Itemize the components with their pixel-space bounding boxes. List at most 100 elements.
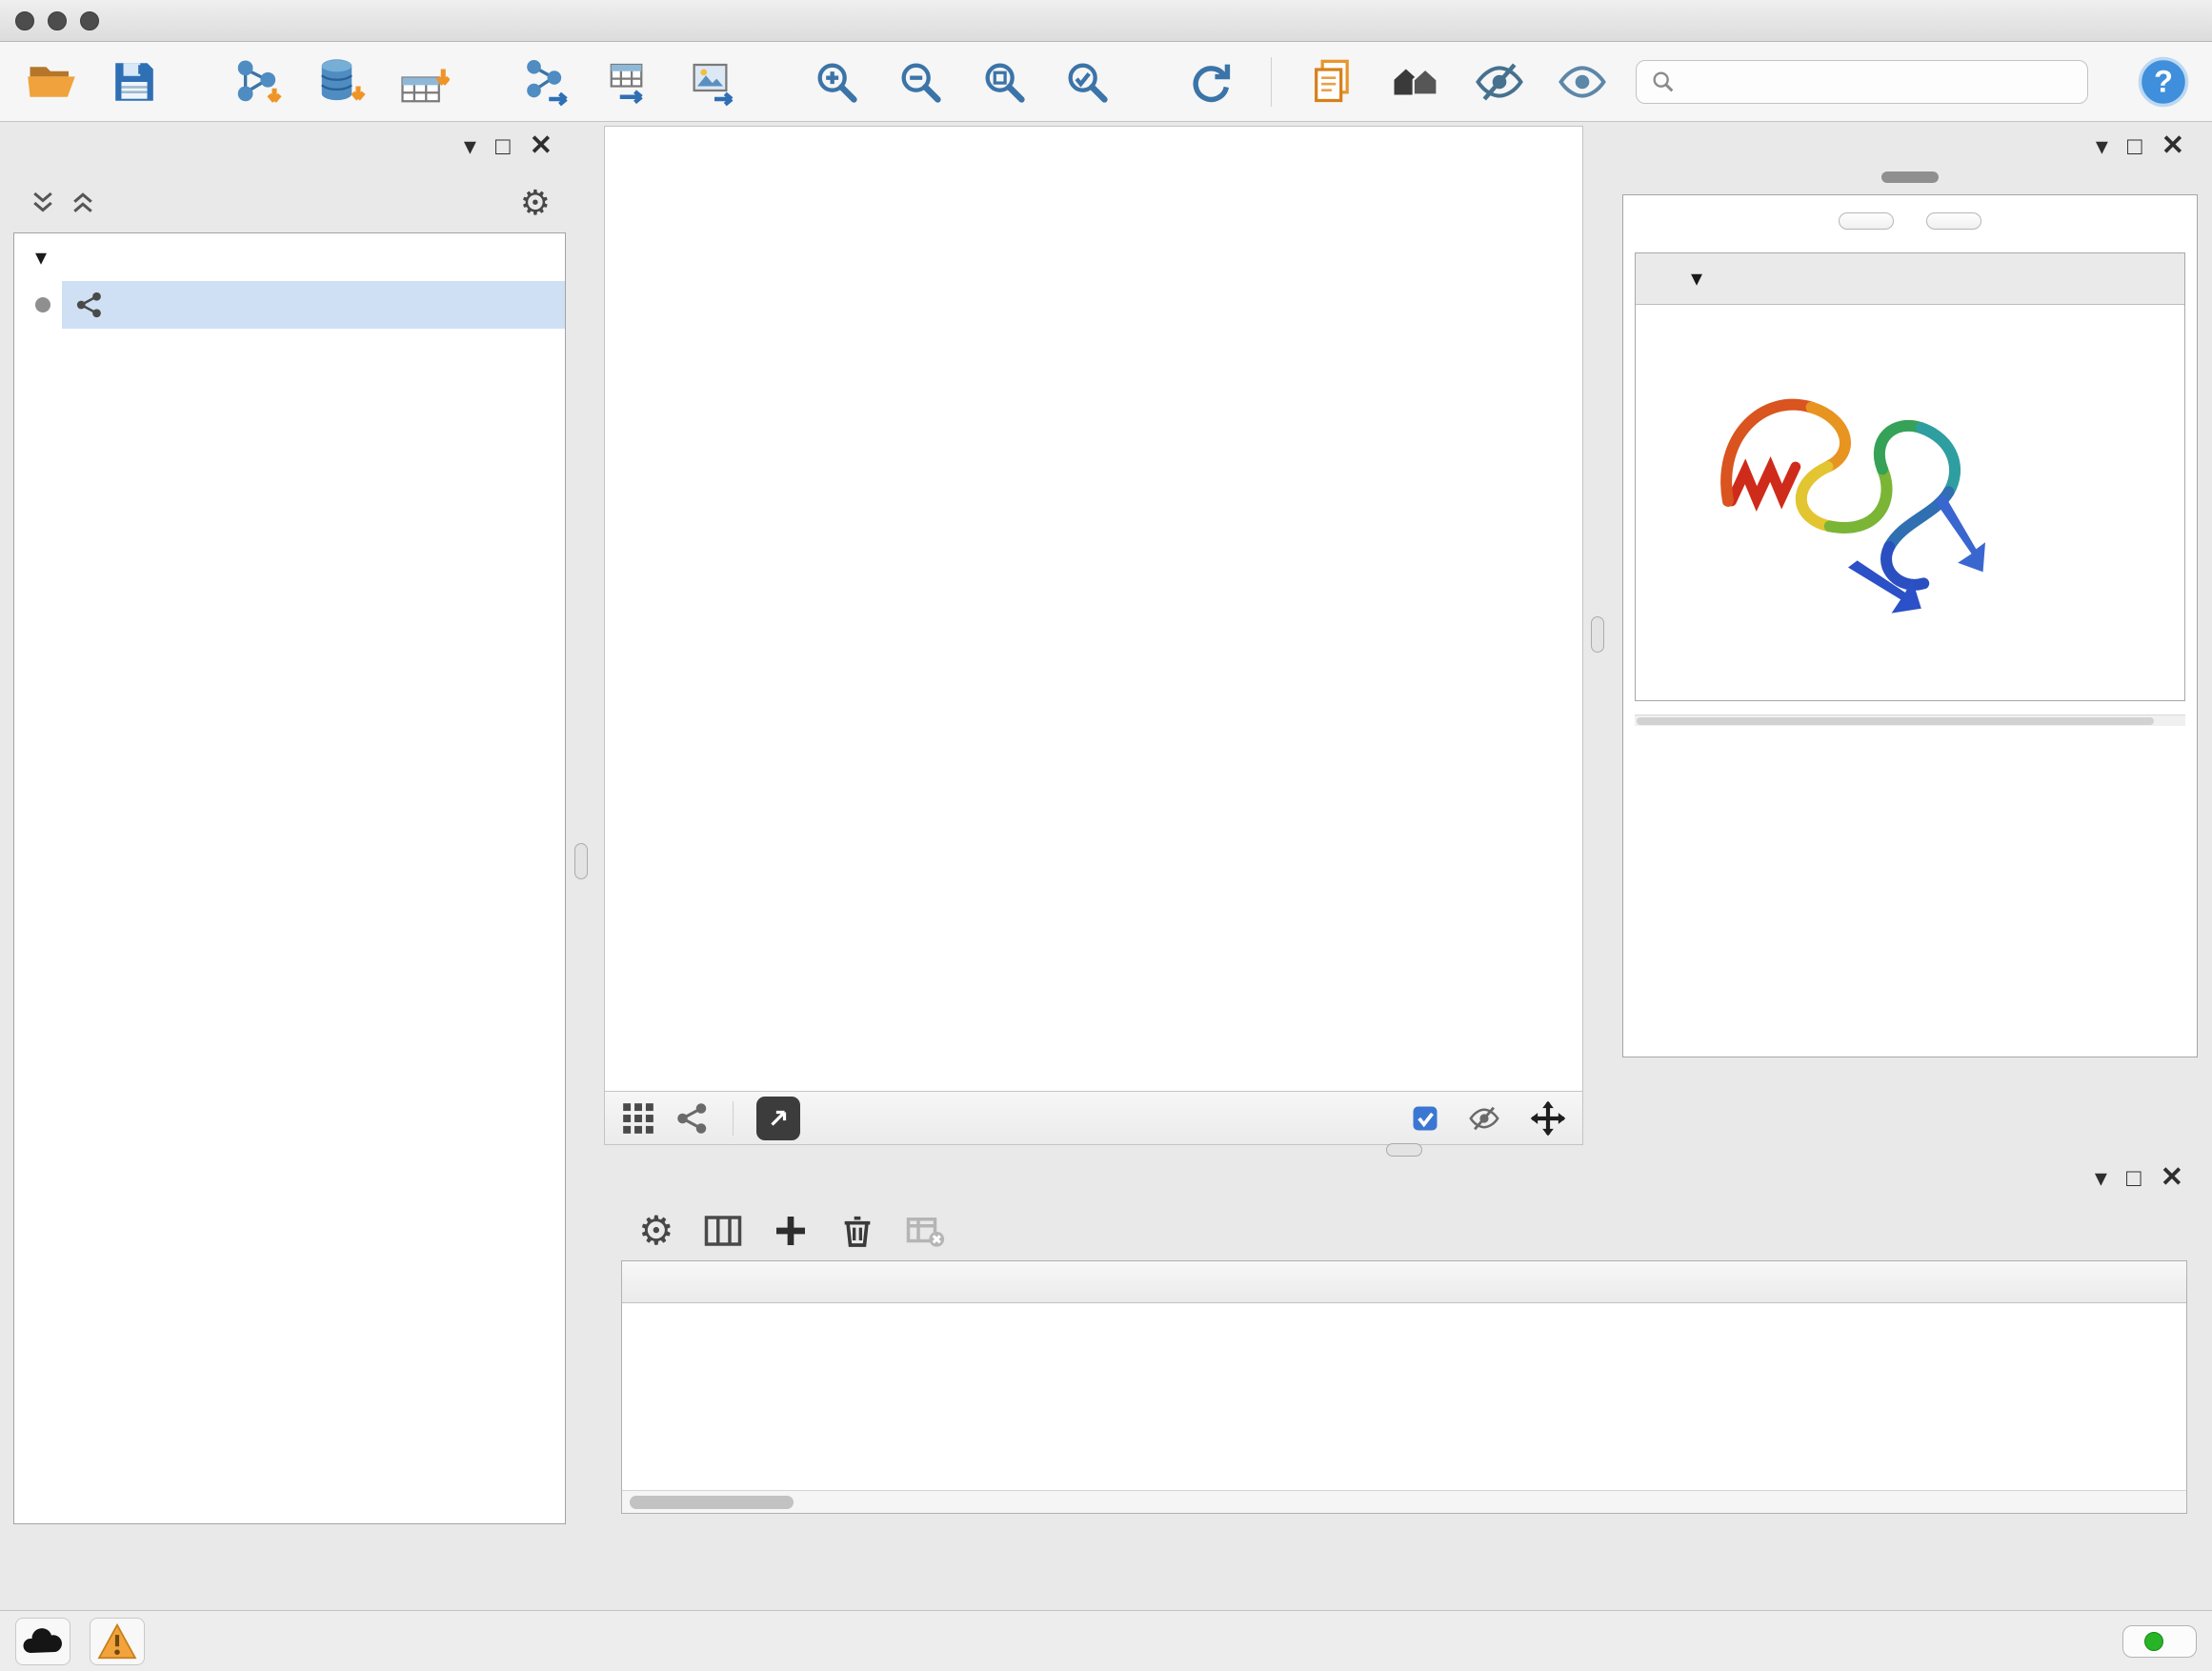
- section-collapse-triangle-icon[interactable]: ▾: [1691, 265, 1702, 292]
- help-button[interactable]: ?: [2136, 53, 2191, 111]
- memory-button[interactable]: [2122, 1625, 2197, 1658]
- import-network-file-button[interactable]: [228, 50, 289, 113]
- left-panel-divider-handle[interactable]: [574, 843, 588, 879]
- zoom-fit-icon: [979, 57, 1029, 107]
- network-options-gear-icon[interactable]: ⚙: [520, 186, 551, 220]
- panel-close-icon[interactable]: ✕: [2162, 132, 2184, 160]
- close-window-button[interactable]: [15, 11, 34, 30]
- node-table: [621, 1260, 2187, 1514]
- collapse-triangle-icon[interactable]: ▾: [35, 244, 47, 272]
- panel-menu-chevron-icon[interactable]: ▾: [2096, 133, 2108, 158]
- import-table-button[interactable]: [394, 50, 455, 113]
- grid-view-icon[interactable]: [620, 1100, 656, 1137]
- results-panel: ▾ □ ✕ ▾: [1622, 126, 2198, 1124]
- open-session-button[interactable]: [21, 50, 82, 113]
- main-toolbar: ?: [0, 42, 2212, 122]
- network-share-icon[interactable]: [675, 1101, 710, 1136]
- expand-all-button[interactable]: [1839, 212, 1894, 230]
- table-arrow-icon: [605, 56, 656, 108]
- memory-status-dot: [2144, 1632, 2163, 1651]
- selected-nodes-indicator: [1411, 1104, 1449, 1133]
- string-results-content: ▾: [1622, 194, 2198, 1057]
- birdseye-view-button[interactable]: [756, 1097, 800, 1140]
- documents-icon: [1308, 57, 1357, 107]
- collapse-all-chevrons-icon[interactable]: [69, 189, 97, 217]
- table-horizontal-scrollbar[interactable]: [622, 1490, 2186, 1513]
- network-from-selection-button[interactable]: [517, 50, 578, 113]
- current-network-bullet-icon: [35, 297, 50, 312]
- arrow-up-right-icon: [766, 1106, 791, 1131]
- search-icon: [1650, 69, 1677, 95]
- eye-icon: [1557, 56, 1608, 108]
- selected-checkbox-icon[interactable]: [1411, 1104, 1439, 1133]
- panel-float-icon[interactable]: □: [2127, 133, 2142, 158]
- collapse-all-button[interactable]: [1926, 212, 1981, 230]
- delete-column-trash-icon[interactable]: [838, 1212, 876, 1250]
- export-image-button[interactable]: [684, 50, 745, 113]
- help-icon: ?: [2137, 55, 2190, 109]
- welcome-screen-button[interactable]: [1385, 50, 1446, 113]
- panel-menu-chevron-icon[interactable]: ▾: [464, 133, 476, 158]
- panel-close-icon[interactable]: ✕: [530, 132, 553, 160]
- titlebar: [0, 0, 2212, 42]
- table-panel: ▾ □ ✕ ⚙: [617, 1158, 2197, 1598]
- expand-all-chevrons-icon[interactable]: [29, 189, 57, 217]
- minimize-window-button[interactable]: [48, 11, 67, 30]
- cloud-status-button[interactable]: [15, 1618, 70, 1665]
- hidden-eye-slash-icon[interactable]: [1468, 1102, 1500, 1135]
- svg-text:?: ?: [2154, 63, 2173, 98]
- search-box[interactable]: [1636, 60, 2088, 104]
- clone-network-button[interactable]: [600, 50, 661, 113]
- panel-float-icon[interactable]: □: [2126, 1165, 2142, 1190]
- table-toolbar: ⚙: [617, 1198, 2197, 1260]
- add-column-plus-icon[interactable]: [772, 1212, 810, 1250]
- warnings-button[interactable]: [90, 1618, 145, 1665]
- zoom-fit-button[interactable]: [974, 50, 1035, 113]
- refresh-layout-icon: [1185, 57, 1235, 107]
- delete-table-icon-disabled: [905, 1211, 945, 1251]
- gene-section-header[interactable]: ▾: [1636, 253, 2184, 305]
- table-panel-header: ▾ □ ✕: [617, 1158, 2197, 1198]
- hidden-elements-indicator: [1468, 1102, 1510, 1135]
- warning-triangle-icon: [97, 1623, 137, 1660]
- hide-graphics-details-button[interactable]: [1469, 50, 1530, 113]
- results-panel-header: ▾ □ ✕: [1622, 126, 2198, 166]
- pan-crosshair-icon[interactable]: [1529, 1099, 1567, 1137]
- scrollbar-thumb[interactable]: [630, 1496, 794, 1509]
- eye-slash-icon: [1474, 56, 1525, 108]
- apply-layout-button[interactable]: [1179, 50, 1240, 113]
- zoom-selected-icon: [1062, 57, 1112, 107]
- table-options-gear-icon[interactable]: ⚙: [638, 1211, 674, 1251]
- panel-float-icon[interactable]: □: [495, 133, 511, 158]
- network-tree-item-selected[interactable]: [14, 281, 565, 329]
- right-panel-divider-handle[interactable]: [1591, 616, 1604, 653]
- control-panel: ▾ □ ✕ ⚙ ▾: [13, 126, 566, 1581]
- bottom-panel-divider-handle[interactable]: [1386, 1143, 1422, 1157]
- zoom-in-icon: [812, 57, 861, 107]
- import-network-icon: [231, 56, 283, 108]
- cloud-icon: [20, 1626, 66, 1657]
- zoom-selected-button[interactable]: [1056, 50, 1117, 113]
- gene-section: ▾: [1635, 252, 2185, 701]
- show-columns-icon[interactable]: [703, 1211, 743, 1251]
- panel-menu-chevron-icon[interactable]: ▾: [2095, 1165, 2107, 1190]
- protein-structure-image: [1662, 330, 2184, 677]
- string-results-tab[interactable]: [1881, 171, 1939, 183]
- zoom-out-button[interactable]: [890, 50, 951, 113]
- save-session-button[interactable]: [105, 50, 166, 113]
- gene-description: [1636, 305, 2184, 324]
- network-tree: ▾: [13, 232, 566, 1524]
- network-collection-item[interactable]: ▾: [14, 233, 565, 281]
- network-canvas[interactable]: [605, 127, 1582, 1091]
- zoom-in-button[interactable]: [807, 50, 868, 113]
- search-input[interactable]: [1686, 67, 2074, 96]
- zoom-window-button[interactable]: [80, 11, 99, 30]
- panel-close-icon[interactable]: ✕: [2161, 1164, 2183, 1192]
- open-folder-icon: [26, 56, 77, 108]
- open-documents-button[interactable]: [1302, 50, 1363, 113]
- results-horizontal-scrollbar[interactable]: [1635, 715, 2185, 726]
- show-graphics-details-button[interactable]: [1553, 50, 1614, 113]
- node-table-body: [622, 1303, 2186, 1490]
- network-glyph-icon: [75, 291, 104, 319]
- import-network-database-button[interactable]: [311, 50, 372, 113]
